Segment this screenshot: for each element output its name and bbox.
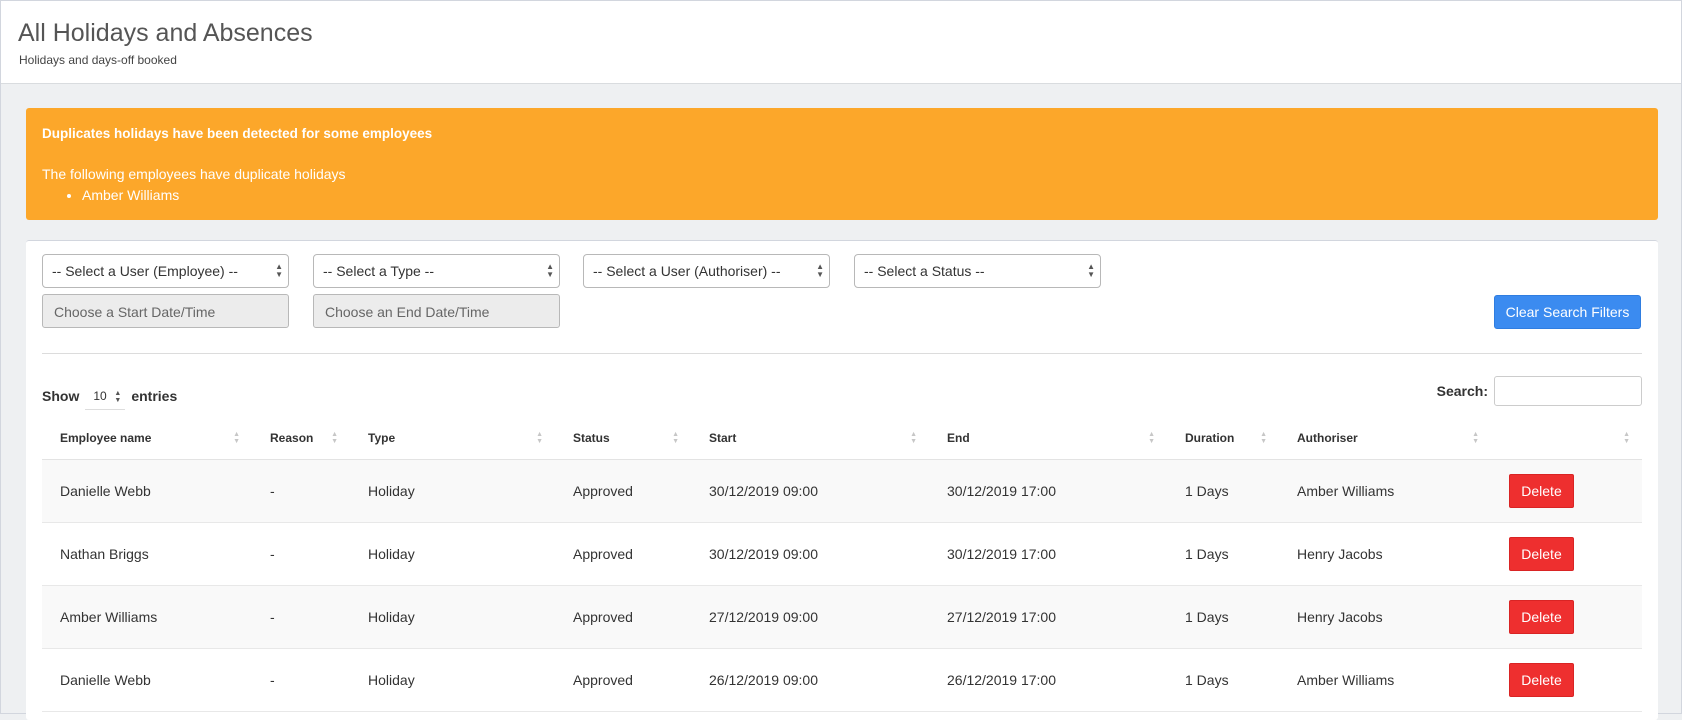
end-date-input[interactable]: Choose an End Date/Time: [313, 294, 560, 328]
sort-icon: ▲ ▼: [1260, 431, 1267, 445]
table-row: Amber Williams - Holiday Approved 27/12/…: [42, 585, 1642, 649]
cell-employee: Amber Williams: [42, 585, 252, 649]
sort-icon: ▲ ▼: [1472, 431, 1479, 445]
column-header-start[interactable]: Start ▲ ▼: [691, 417, 929, 460]
start-date-input[interactable]: Choose a Start Date/Time: [42, 294, 289, 328]
column-header-reason[interactable]: Reason ▲ ▼: [252, 417, 350, 460]
holidays-table: Employee name ▲ ▼ Reason ▲ ▼ Type ▲ ▼ Status ▲ ▼…: [42, 417, 1642, 712]
entries-length-control: Show 10 ▲ ▼ entries: [42, 382, 177, 410]
cell-authoriser: Amber Williams: [1279, 459, 1491, 523]
cell-duration: 1 Days: [1167, 585, 1279, 649]
sort-icon: ▲ ▼: [1623, 431, 1630, 445]
cell-actions: Delete: [1491, 585, 1642, 649]
cell-duration: 1 Days: [1167, 648, 1279, 712]
cell-employee: Danielle Webb: [42, 648, 252, 712]
table-row: Nathan Briggs - Holiday Approved 30/12/2…: [42, 522, 1642, 586]
status-select[interactable]: -- Select a Status -- ▲ ▼: [854, 254, 1101, 288]
cell-status: Approved: [555, 585, 691, 649]
clear-search-filters-button[interactable]: Clear Search Filters: [1494, 295, 1641, 329]
duplicate-warning-alert: Duplicates holidays have been detected f…: [26, 108, 1658, 220]
cell-status: Approved: [555, 648, 691, 712]
entries-select-value: 10: [93, 389, 107, 403]
delete-button[interactable]: Delete: [1509, 473, 1574, 508]
duplicate-employee-item: Amber Williams: [82, 185, 179, 205]
cell-actions: Delete: [1491, 459, 1642, 523]
type-select[interactable]: -- Select a Type -- ▲ ▼: [313, 254, 560, 288]
search-input[interactable]: [1494, 376, 1642, 406]
cell-end: 27/12/2019 17:00: [929, 585, 1167, 649]
employee-select-value: -- Select a User (Employee) --: [52, 263, 238, 279]
cell-authoriser: Henry Jacobs: [1279, 585, 1491, 649]
cell-reason: -: [252, 522, 350, 586]
cell-employee: Danielle Webb: [42, 459, 252, 523]
column-header-authoriser[interactable]: Authoriser ▲ ▼: [1279, 417, 1491, 460]
table-header-row: Employee name ▲ ▼ Reason ▲ ▼ Type ▲ ▼ Status ▲ ▼…: [42, 417, 1642, 460]
entries-label: entries: [131, 388, 178, 404]
cell-type: Holiday: [350, 459, 555, 523]
cell-status: Approved: [555, 459, 691, 523]
entries-select[interactable]: 10 ▲ ▼: [85, 382, 126, 410]
cell-start: 30/12/2019 09:00: [691, 459, 929, 523]
cell-duration: 1 Days: [1167, 522, 1279, 586]
alert-text: The following employees have duplicate h…: [42, 166, 346, 182]
sort-icon: ▲ ▼: [331, 431, 338, 445]
column-header-employee-name[interactable]: Employee name ▲ ▼: [42, 417, 252, 460]
delete-button[interactable]: Delete: [1509, 536, 1574, 571]
column-header-actions[interactable]: ▲ ▼: [1491, 417, 1642, 460]
divider: [42, 353, 1642, 354]
select-arrows-icon: ▲ ▼: [816, 262, 824, 279]
duplicate-employee-list: Amber Williams: [42, 185, 179, 205]
sort-icon: ▲ ▼: [672, 431, 679, 445]
cell-reason: -: [252, 585, 350, 649]
search-label: Search:: [1436, 383, 1488, 399]
status-select-value: -- Select a Status --: [864, 263, 985, 279]
cell-type: Holiday: [350, 522, 555, 586]
cell-employee: Nathan Briggs: [42, 522, 252, 586]
page-title: All Holidays and Absences: [18, 19, 313, 47]
cell-end: 26/12/2019 17:00: [929, 648, 1167, 712]
column-header-duration[interactable]: Duration ▲ ▼: [1167, 417, 1279, 460]
authoriser-select-value: -- Select a User (Authoriser) --: [593, 263, 781, 279]
cell-end: 30/12/2019 17:00: [929, 459, 1167, 523]
select-arrows-icon: ▲ ▼: [1087, 262, 1095, 279]
cell-reason: -: [252, 459, 350, 523]
cell-end: 30/12/2019 17:00: [929, 522, 1167, 586]
page-subtitle: Holidays and days-off booked: [19, 53, 177, 67]
type-select-value: -- Select a Type --: [323, 263, 435, 279]
cell-type: Holiday: [350, 585, 555, 649]
sort-icon: ▲ ▼: [1148, 431, 1155, 445]
sort-icon: ▲ ▼: [910, 431, 917, 445]
cell-authoriser: Amber Williams: [1279, 648, 1491, 712]
cell-start: 26/12/2019 09:00: [691, 648, 929, 712]
select-arrows-icon: ▲ ▼: [275, 262, 283, 279]
select-arrows-icon: ▲ ▼: [546, 262, 554, 279]
table-row: Danielle Webb - Holiday Approved 26/12/2…: [42, 648, 1642, 712]
table-row: Danielle Webb - Holiday Approved 30/12/2…: [42, 459, 1642, 523]
column-header-end[interactable]: End ▲ ▼: [929, 417, 1167, 460]
cell-authoriser: Henry Jacobs: [1279, 522, 1491, 586]
authoriser-select[interactable]: -- Select a User (Authoriser) -- ▲ ▼: [583, 254, 830, 288]
cell-start: 30/12/2019 09:00: [691, 522, 929, 586]
alert-title: Duplicates holidays have been detected f…: [42, 126, 433, 141]
column-header-status[interactable]: Status ▲ ▼: [555, 417, 691, 460]
delete-button[interactable]: Delete: [1509, 599, 1574, 634]
employee-select[interactable]: -- Select a User (Employee) -- ▲ ▼: [42, 254, 289, 288]
cell-actions: Delete: [1491, 648, 1642, 712]
show-label: Show: [42, 388, 80, 404]
cell-status: Approved: [555, 522, 691, 586]
delete-button[interactable]: Delete: [1509, 662, 1574, 697]
holidays-panel: -- Select a User (Employee) -- ▲ ▼ -- Sel…: [26, 240, 1658, 720]
cell-duration: 1 Days: [1167, 459, 1279, 523]
cell-actions: Delete: [1491, 522, 1642, 586]
cell-reason: -: [252, 648, 350, 712]
table-search: Search:: [1437, 376, 1642, 406]
page-header: All Holidays and Absences Holidays and d…: [1, 1, 1681, 84]
select-arrows-icon: ▲ ▼: [114, 390, 122, 404]
sort-icon: ▲ ▼: [536, 431, 543, 445]
cell-type: Holiday: [350, 648, 555, 712]
column-header-type[interactable]: Type ▲ ▼: [350, 417, 555, 460]
cell-start: 27/12/2019 09:00: [691, 585, 929, 649]
sort-icon: ▲ ▼: [233, 431, 240, 445]
